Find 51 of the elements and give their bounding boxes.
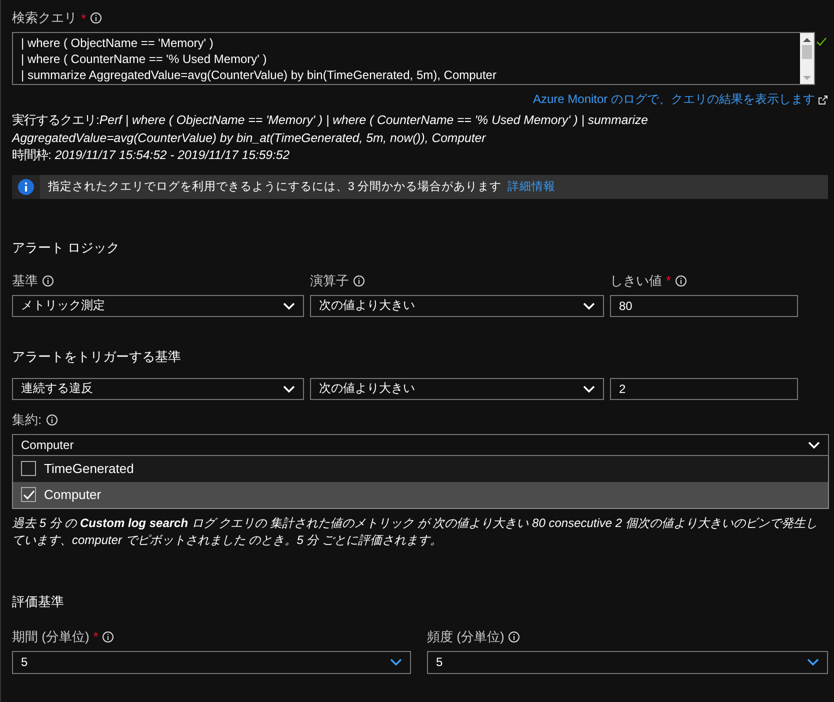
section-title: アラート ロジック [12, 238, 121, 256]
external-link-icon [818, 94, 828, 104]
field-label: しきい値 [610, 272, 662, 290]
input-field[interactable]: 80 [610, 294, 798, 316]
chevron-down-icon [583, 302, 595, 310]
query-textarea[interactable]: | where ( ObjectName == 'Memory' ) | where ( CounterName == '% Used Memory' ) | summarize AggregatedValue=avg(CounterValue) by bin(TimeGenerated, 5m), Computer [12, 32, 815, 85]
executed-query-text: 実行するクエリ:Perf | where ( ObjectName == 'Memory' ) | where ( CounterName == '% Used Memory' ) | summarize AggregatedValue=avg(CounterValue) by bin_at(TimeGenerated, 5m, now()), Computer [12, 112, 650, 146]
info-icon [18, 178, 34, 194]
field-label: 基準 [12, 272, 38, 290]
chevron-down-icon [283, 384, 295, 392]
dropdown[interactable]: Computer [12, 434, 829, 456]
dropdown[interactable]: 次の値より大きい [310, 378, 604, 400]
dropdown-option[interactable]: TimeGenerated [13, 456, 828, 482]
info-icon[interactable] [42, 274, 54, 286]
chevron-down-icon [808, 440, 820, 448]
input-field[interactable]: 2 [610, 378, 798, 400]
info-icon[interactable] [675, 274, 688, 286]
dropdown[interactable]: 5 [12, 650, 411, 674]
field-label: 集約: [12, 410, 42, 428]
dropdown[interactable]: 次の値より大きい [310, 294, 604, 316]
chevron-down-icon [283, 302, 295, 310]
scrollbar[interactable] [800, 33, 814, 84]
chevron-down-icon [583, 384, 595, 392]
required-asterisk: * [666, 273, 672, 288]
section-title: 評価基準 [12, 592, 65, 610]
chevron-down-icon [807, 658, 819, 666]
checkbox[interactable] [21, 461, 36, 476]
section-title: アラートをトリガーする基準 [12, 348, 182, 366]
dropdown[interactable]: 連続する違反 [12, 378, 304, 400]
learn-more-link[interactable]: 詳細情報 [508, 179, 556, 194]
info-message: 指定されたクエリでログを利用できるようにするには、3 分間かかる場合があります [48, 180, 502, 194]
scroll-up-arrow-icon[interactable] [803, 37, 811, 43]
info-icon[interactable] [353, 274, 365, 286]
timeframe-text: 時間枠: 2019/11/17 15:54:52 - 2019/11/17 15:59:52 [12, 147, 291, 164]
info-icon[interactable] [508, 630, 520, 642]
info-icon[interactable] [102, 630, 114, 642]
summary-text: 過去 5 分 の Custom log search ログ クエリの 集計された値のメトリック が 次の値より大きい 80 consecutive 2 個次の値より大きいのビンで発生しています、computer でピボットされました のとき。5 分 ごとに評価されます。 [12, 514, 818, 548]
field-label: 頻度 (分単位) [427, 628, 504, 646]
chevron-down-icon [390, 658, 402, 666]
info-icon[interactable] [90, 12, 102, 24]
checkbox[interactable] [21, 487, 36, 502]
query-label: 検索クエリ [12, 9, 77, 27]
field-label: 演算子 [310, 272, 349, 290]
dropdown[interactable]: 5 [427, 650, 828, 674]
dropdown-option[interactable]: Computer [13, 482, 828, 508]
view-results-link[interactable]: Azure Monitor のログで、クエリの結果を表示します [532, 91, 815, 108]
required-asterisk: * [93, 629, 98, 644]
field-label: 期間 (分単位) [12, 628, 90, 646]
info-icon[interactable] [46, 414, 58, 426]
dropdown[interactable]: メトリック測定 [12, 294, 304, 316]
required-asterisk: * [81, 10, 86, 26]
